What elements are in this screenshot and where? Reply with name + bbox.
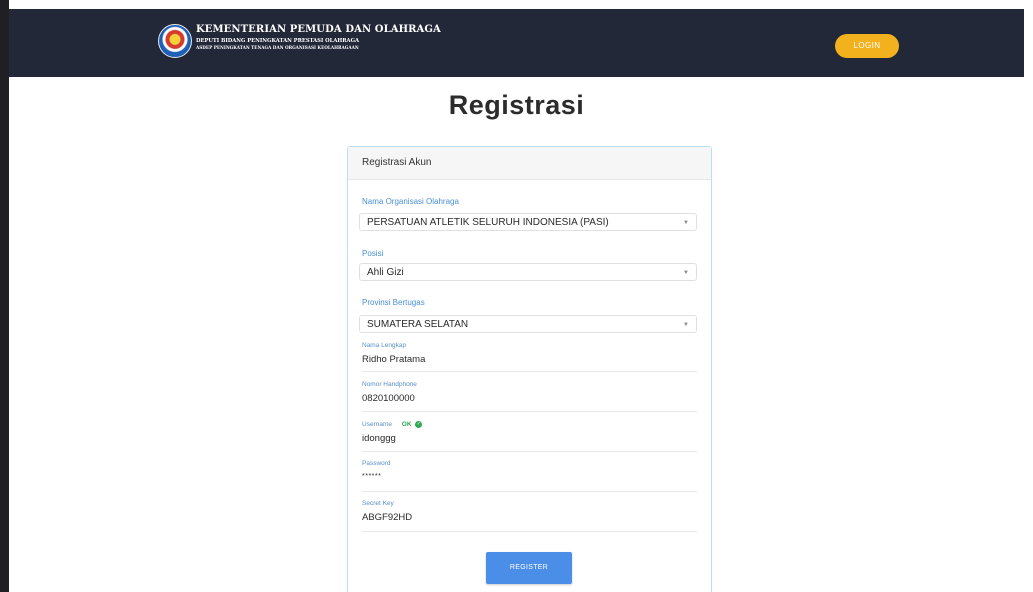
login-button[interactable]: LOGIN — [835, 34, 899, 58]
password-underline — [362, 491, 697, 492]
page-title: Registrasi — [448, 90, 585, 120]
secret-key-input[interactable]: ABGF92HD — [362, 512, 412, 523]
posisi-label: Posisi — [362, 249, 384, 258]
provinsi-select[interactable]: SUMATERA SELATAN ▼ — [359, 315, 697, 333]
password-label: Password — [362, 460, 391, 467]
app-frame: KEMENTERIAN PEMUDA DAN OLAHRAGA DEPUTI B… — [0, 0, 1033, 592]
nama-label: Nama Lengkap — [362, 342, 407, 349]
register-button[interactable]: REGISTER — [486, 552, 572, 584]
kemenpora-logo-icon[interactable] — [158, 24, 192, 58]
organisasi-label: Nama Organisasi Olahraga — [362, 197, 459, 206]
chevron-down-icon: ▼ — [683, 322, 689, 328]
organisasi-value: PERSATUAN ATLETIK SELURUH INDONESIA (PAS… — [367, 217, 609, 228]
username-status: OK — [401, 421, 412, 429]
username-label: Username — [362, 421, 392, 429]
secret-key-label: Secret Key — [362, 500, 394, 507]
organisasi-select[interactable]: PERSATUAN ATLETIK SELURUH INDONESIA (PAS… — [359, 213, 697, 231]
username-underline — [362, 451, 697, 452]
brand-subtitle-1: DEPUTI BIDANG PENINGKATAN PRESTASI OLAHR… — [196, 38, 360, 44]
chevron-down-icon: ▼ — [683, 270, 689, 276]
card-title: Registrasi Akun — [348, 147, 711, 180]
password-input[interactable]: ****** — [362, 473, 381, 480]
check-circle-icon: ✓ — [415, 421, 423, 428]
posisi-value: Ahli Gizi — [367, 267, 404, 278]
handphone-label: Nomor Handphone — [362, 381, 417, 388]
brand-subtitle-2: ASDEP PENINGKATAN TENAGA DAN ORGANISASI … — [196, 45, 359, 50]
nama-underline — [362, 371, 697, 372]
window-edge — [0, 0, 9, 592]
top-strip — [9, 0, 1033, 9]
nama-input[interactable]: Ridho Pratama — [362, 354, 425, 365]
username-label-row: Username OK ✓ — [362, 421, 423, 429]
handphone-input[interactable]: 0820100000 — [362, 393, 415, 404]
posisi-select[interactable]: Ahli Gizi ▼ — [359, 263, 697, 281]
provinsi-value: SUMATERA SELATAN — [367, 319, 469, 330]
provinsi-label: Provinsi Bertugas — [362, 298, 425, 307]
username-input[interactable]: idonggg — [362, 433, 396, 444]
handphone-underline — [362, 411, 697, 412]
secret-key-underline — [362, 531, 697, 532]
brand: KEMENTERIAN PEMUDA DAN OLAHRAGA DEPUTI B… — [196, 24, 441, 50]
chevron-down-icon: ▼ — [683, 220, 689, 226]
registration-card: Registrasi Akun Nama Organisasi Olahraga… — [347, 146, 712, 592]
brand-title: KEMENTERIAN PEMUDA DAN OLAHRAGA — [196, 24, 441, 35]
